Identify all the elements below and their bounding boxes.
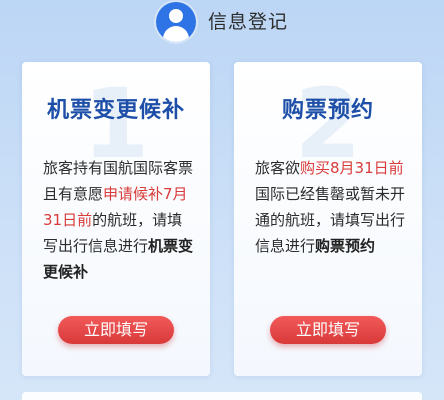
- card-ticket-reservation: 2 购票预约 旅客欲购买8月31日前国际已经售罄或暂未开通的航班，请填写出行信息…: [234, 62, 422, 376]
- card-description: 旅客持有国航国际客票且有意愿申请候补7月31日前的航班，请填写出行信息进行机票变…: [43, 155, 197, 285]
- next-card-edge: [22, 392, 422, 400]
- card-description: 旅客欲购买8月31日前国际已经售罄或暂未开通的航班，请填写出行信息进行购票预约: [255, 155, 409, 259]
- header: 信息登记: [0, 0, 444, 46]
- desc-emphasis: 购票预约: [315, 237, 376, 255]
- fill-now-button[interactable]: 立即填写: [270, 316, 386, 344]
- page-title: 信息登记: [208, 11, 289, 33]
- desc-text: 旅客欲: [255, 159, 301, 177]
- card-title: 购票预约: [281, 98, 374, 123]
- desc-highlight: 购买8月31日前: [300, 159, 404, 177]
- user-avatar-icon: [156, 2, 196, 42]
- fill-now-button[interactable]: 立即填写: [58, 316, 174, 344]
- card-ticket-change-waitlist: 1 机票变更候补 旅客持有国航国际客票且有意愿申请候补7月31日前的航班，请填写…: [22, 62, 210, 376]
- card-title: 机票变更候补: [46, 98, 185, 123]
